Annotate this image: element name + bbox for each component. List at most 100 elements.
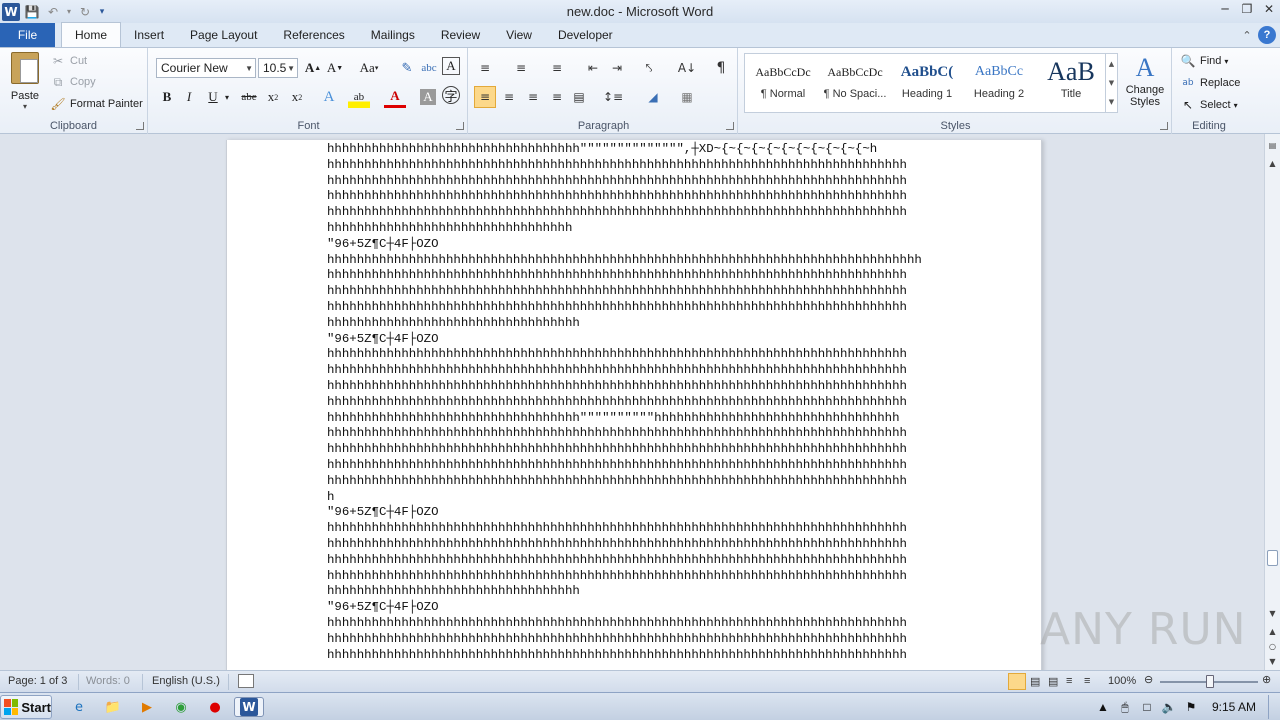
phonetic-guide-icon[interactable]: abc (418, 57, 440, 79)
character-border-icon[interactable]: A (442, 57, 460, 75)
document-line[interactable]: "96+5Z¶C┼4F├OZO (327, 237, 922, 253)
style-title[interactable]: AaB Title (1035, 56, 1107, 110)
decrease-indent-icon[interactable]: ⇤ (582, 57, 604, 79)
format-painter-button[interactable]: 🖌 Format Painter (50, 94, 142, 114)
align-center-icon[interactable]: ≡ (498, 86, 520, 108)
document-line[interactable]: hhhhhhhhhhhhhhhhhhhhhhhhhhhhhhhhh (327, 221, 922, 237)
media-player-icon[interactable]: ▶ (136, 697, 158, 717)
paragraph-launcher-icon[interactable] (726, 122, 734, 130)
shrink-font-icon[interactable]: A ▼ (324, 57, 346, 79)
minimize-ribbon-icon[interactable]: ⌃ (1238, 26, 1256, 44)
action-center-icon[interactable]: □ (1136, 700, 1158, 714)
document-line[interactable]: hhhhhhhhhhhhhhhhhhhhhhhhhhhhhhhhhhhhhhhh… (327, 363, 922, 379)
document-line[interactable]: hhhhhhhhhhhhhhhhhhhhhhhhhhhhhhhhhhhhhhhh… (327, 268, 922, 284)
font-name-combo[interactable]: Courier New ▼ (156, 58, 256, 78)
full-screen-reading-icon[interactable]: ▤ (1030, 675, 1040, 688)
document-line[interactable]: hhhhhhhhhhhhhhhhhhhhhhhhhhhhhhhhhhhhhhhh… (327, 426, 922, 442)
chevron-up-icon[interactable]: ▲ (1109, 60, 1114, 68)
zoom-level[interactable]: 100% (1108, 675, 1136, 687)
zoom-in-icon[interactable]: ⊕ (1262, 673, 1271, 686)
outline-icon[interactable]: ≡ (1066, 675, 1072, 687)
style-normal[interactable]: AaBbCcDc ¶ Normal (747, 56, 819, 110)
document-line[interactable]: hhhhhhhhhhhhhhhhhhhhhhhhhhhhhhhhhhhhhhhh… (327, 284, 922, 300)
undo-icon[interactable]: ↶ (44, 3, 62, 21)
sort-icon[interactable]: A↓ (676, 57, 698, 79)
view-ruler-icon[interactable]: ▤ (1265, 138, 1280, 152)
web-layout-icon[interactable]: ▤ (1048, 675, 1058, 688)
close-icon[interactable]: ✕ (1258, 0, 1280, 18)
italic-icon[interactable]: I (178, 86, 200, 108)
chevron-down-icon[interactable]: ▼ (1109, 79, 1114, 87)
clear-formatting-icon[interactable]: ✎ (396, 57, 418, 79)
underline-icon[interactable]: U (202, 86, 224, 108)
select-button[interactable]: ↖ Select ▾ (1180, 95, 1238, 115)
next-page-icon[interactable]: ▼ (1265, 654, 1280, 668)
shading-icon[interactable]: ◢ (642, 86, 664, 108)
style-heading-1[interactable]: AaBbC( Heading 1 (891, 56, 963, 110)
increase-indent-icon[interactable]: ⇥ (606, 57, 628, 79)
tab-insert[interactable]: Insert (121, 23, 177, 47)
save-icon[interactable]: 💾 (23, 3, 41, 21)
document-line[interactable]: hhhhhhhhhhhhhhhhhhhhhhhhhhhhhhhhhh (327, 584, 922, 600)
document-line[interactable]: hhhhhhhhhhhhhhhhhhhhhhhhhhhhhhhhhhhhhhhh… (327, 632, 922, 648)
underline-dropdown-icon[interactable]: ▾ (222, 86, 232, 108)
document-line[interactable]: "96+5Z¶C┼4F├OZO (327, 332, 922, 348)
document-line[interactable]: hhhhhhhhhhhhhhhhhhhhhhhhhhhhhhhhhhhhhhhh… (327, 442, 922, 458)
document-line[interactable]: hhhhhhhhhhhhhhhhhhhhhhhhhhhhhhhhhhhhhhhh… (327, 553, 922, 569)
document-line[interactable]: hhhhhhhhhhhhhhhhhhhhhhhhhhhhhhhhhhhhhhhh… (327, 458, 922, 474)
grow-font-icon[interactable]: A ▲ (302, 57, 324, 79)
document-line[interactable]: hhhhhhhhhhhhhhhhhhhhhhhhhhhhhhhhhhhhhhhh… (327, 189, 922, 205)
redo-icon[interactable]: ↻ (76, 3, 94, 21)
word-count[interactable]: Words: 0 (86, 675, 130, 687)
paste-button[interactable]: Paste ▾ (6, 52, 44, 112)
macro-recording-icon[interactable] (238, 674, 254, 688)
document-line[interactable]: hhhhhhhhhhhhhhhhhhhhhhhhhhhhhhhhhhhhhhhh… (327, 569, 922, 585)
tab-references[interactable]: References (270, 23, 357, 47)
line-spacing-icon[interactable]: ↕≡ (602, 86, 624, 108)
text-effects-icon[interactable]: A (318, 86, 340, 108)
tab-file[interactable]: File (0, 23, 55, 47)
language[interactable]: English (U.S.) (152, 675, 220, 687)
document-line[interactable]: hhhhhhhhhhhhhhhhhhhhhhhhhhhhhhhhhhhhhhhh… (327, 158, 922, 174)
find-button[interactable]: 🔍 Find ▾ (1180, 51, 1229, 71)
character-shading-icon[interactable]: A (420, 89, 436, 105)
font-size-combo[interactable]: 10.5 ▼ (258, 58, 298, 78)
zoom-out-icon[interactable]: ⊖ (1144, 673, 1153, 686)
browse-object-icon[interactable]: ○ (1265, 639, 1280, 653)
change-styles-button[interactable]: A Change Styles (1122, 52, 1168, 116)
document-line[interactable]: hhhhhhhhhhhhhhhhhhhhhhhhhhhhhhhhhhhhhhhh… (327, 379, 922, 395)
draft-icon[interactable]: ≡ (1084, 675, 1090, 687)
style-no-spacing[interactable]: AaBbCcDc ¶ No Spaci... (819, 56, 891, 110)
volume-icon[interactable]: 🔈 (1158, 700, 1180, 714)
replace-button[interactable]: ab Replace (1180, 73, 1240, 93)
page-count[interactable]: Page: 1 of 3 (8, 675, 67, 687)
print-layout-icon[interactable] (1008, 673, 1026, 690)
start-button[interactable]: Start (0, 695, 52, 719)
multilevel-list-icon[interactable]: ≡ (546, 57, 568, 79)
justify-icon[interactable]: ≡ (546, 86, 568, 108)
word-taskbar-button[interactable]: W (234, 697, 264, 717)
document-line[interactable]: hhhhhhhhhhhhhhhhhhhhhhhhhhhhhhhhhhhhhhhh… (327, 395, 922, 411)
styles-scroll[interactable]: ▲ ▼ ▼ (1105, 54, 1117, 112)
align-left-icon[interactable]: ≡ (474, 86, 496, 108)
tab-home[interactable]: Home (61, 22, 122, 47)
scroll-up-icon[interactable]: ▲ (1265, 156, 1280, 170)
opera-icon[interactable]: ● (204, 697, 226, 717)
vertical-scrollbar[interactable]: ▤ ▲ ▼ ▲ ○ ▼ (1264, 134, 1280, 670)
clipboard-launcher-icon[interactable] (136, 122, 144, 130)
document-line[interactable]: hhhhhhhhhhhhhhhhhhhhhhhhhhhhhhhhhhhhhhhh… (327, 253, 922, 269)
network-icon[interactable]: 🖱 (1114, 700, 1136, 715)
document-line[interactable]: hhhhhhhhhhhhhhhhhhhhhhhhhhhhhhhhhh""""""… (327, 411, 922, 427)
customize-qat-icon[interactable]: ▾ (97, 3, 107, 21)
word-app-icon[interactable]: W (2, 2, 20, 21)
scroll-thumb[interactable] (1267, 550, 1278, 566)
document-line[interactable]: hhhhhhhhhhhhhhhhhhhhhhhhhhhhhhhhhhhhhhhh… (327, 347, 922, 363)
restore-icon[interactable]: ❐ (1236, 0, 1258, 18)
document-line[interactable]: hhhhhhhhhhhhhhhhhhhhhhhhhhhhhhhhhhhhhhhh… (327, 300, 922, 316)
tab-mailings[interactable]: Mailings (358, 23, 428, 47)
asian-layout-icon[interactable]: ⤣ (638, 57, 660, 79)
zoom-slider-knob[interactable] (1206, 675, 1214, 688)
document-line[interactable]: hhhhhhhhhhhhhhhhhhhhhhhhhhhhhhhhhhhhhhhh… (327, 521, 922, 537)
document-line[interactable]: hhhhhhhhhhhhhhhhhhhhhhhhhhhhhhhhhhhhhhhh… (327, 205, 922, 221)
document-line[interactable]: "96+5Z¶C┼4F├OZO (327, 505, 922, 521)
